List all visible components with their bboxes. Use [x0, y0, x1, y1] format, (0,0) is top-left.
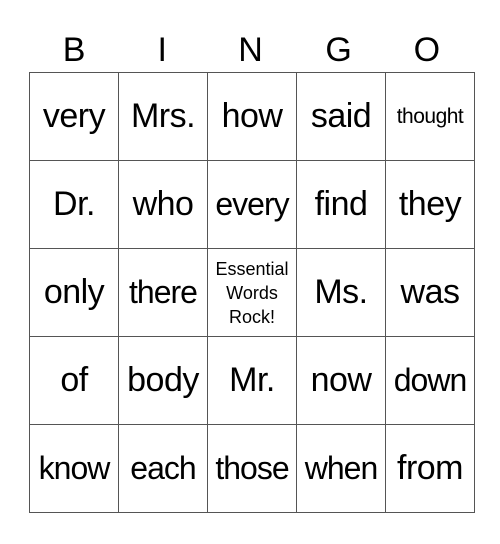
- bingo-grid: very Mrs. how said thought Dr. who every…: [29, 72, 475, 513]
- free-space-line: Words: [226, 282, 278, 303]
- bingo-cell[interactable]: who: [118, 160, 208, 249]
- grid-row: Dr. who every find they: [29, 160, 475, 249]
- bingo-cell[interactable]: Dr.: [29, 160, 119, 249]
- bingo-cell[interactable]: was: [385, 248, 475, 337]
- bingo-cell[interactable]: each: [118, 424, 208, 513]
- header-letter-b: B: [62, 31, 86, 69]
- bingo-cell[interactable]: how: [207, 72, 297, 161]
- bingo-cell[interactable]: they: [385, 160, 475, 249]
- free-space-line: Essential: [215, 258, 289, 279]
- bingo-cell[interactable]: down: [385, 336, 475, 425]
- grid-row: of body Mr. now down: [29, 336, 475, 425]
- bingo-cell[interactable]: Mrs.: [118, 72, 208, 161]
- grid-row: only there Essential Words Rock! Ms. was: [29, 248, 475, 337]
- bingo-cell[interactable]: of: [29, 336, 119, 425]
- bingo-cell[interactable]: find: [296, 160, 386, 249]
- grid-row: very Mrs. how said thought: [29, 72, 475, 161]
- bingo-cell[interactable]: know: [29, 424, 119, 513]
- bingo-cell[interactable]: now: [296, 336, 386, 425]
- header-letter-n: N: [238, 31, 263, 69]
- free-space-line: Rock!: [228, 306, 275, 327]
- bingo-cell[interactable]: thought: [385, 72, 475, 161]
- bingo-cell[interactable]: those: [207, 424, 297, 513]
- grid-row: know each those when from: [29, 424, 475, 513]
- bingo-cell[interactable]: Ms.: [296, 248, 386, 337]
- bingo-cell[interactable]: said: [296, 72, 386, 161]
- header-letter-g: G: [325, 31, 352, 69]
- bingo-header: B I N G O: [30, 28, 471, 72]
- bingo-cell[interactable]: body: [118, 336, 208, 425]
- bingo-cell[interactable]: only: [29, 248, 119, 337]
- bingo-cell[interactable]: when: [296, 424, 386, 513]
- bingo-cell[interactable]: from: [385, 424, 475, 513]
- header-letter-o: O: [413, 31, 441, 69]
- free-space-cell[interactable]: Essential Words Rock!: [207, 248, 297, 337]
- bingo-cell[interactable]: Mr.: [207, 336, 297, 425]
- bingo-cell[interactable]: very: [29, 72, 119, 161]
- bingo-cell[interactable]: there: [118, 248, 208, 337]
- header-letter-i: I: [157, 31, 167, 69]
- bingo-cell[interactable]: every: [207, 160, 297, 249]
